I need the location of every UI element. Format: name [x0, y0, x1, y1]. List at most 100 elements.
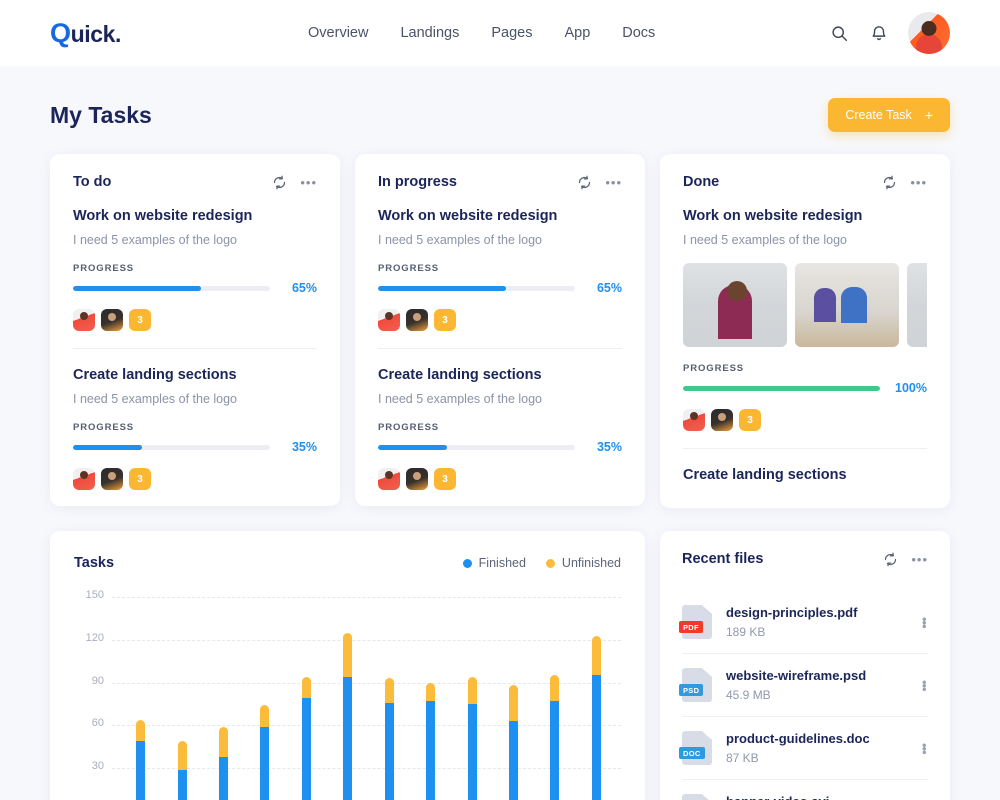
legend-item-unfinished[interactable]: Unfinished [545, 556, 621, 570]
chart-bar-column[interactable] [451, 597, 492, 800]
column-actions: ••• [272, 175, 317, 190]
avatar[interactable] [683, 409, 705, 431]
nav-link-app[interactable]: App [562, 21, 592, 45]
bell-icon[interactable] [868, 22, 890, 44]
chart-bar-column[interactable] [369, 597, 410, 800]
refresh-icon[interactable] [577, 175, 592, 190]
more-options-icon[interactable]: ••• [300, 175, 317, 190]
avatar-overflow-count[interactable]: 3 [129, 309, 151, 331]
chart-bar-column[interactable] [327, 597, 368, 800]
navbar-actions [828, 12, 950, 54]
file-more-options-icon[interactable]: ••• [917, 680, 932, 691]
task-item[interactable]: Create landing sections I need 5 examples… [378, 367, 622, 490]
brand-logo[interactable]: Quick. [50, 18, 121, 49]
file-more-options-icon[interactable]: ••• [917, 617, 932, 628]
avatar-overflow-count[interactable]: 3 [434, 309, 456, 331]
chart-bar-finished-segment [426, 701, 436, 800]
chart-y-tick-label: 150 [85, 589, 104, 601]
chart-bar-finished-segment [219, 756, 229, 800]
progress-row: 35% [378, 440, 622, 454]
avatar-overflow-count[interactable]: 3 [129, 468, 151, 490]
chart-bar-column[interactable] [203, 597, 244, 800]
legend-color-dot [462, 558, 472, 568]
chart-bar [219, 726, 229, 800]
nav-link-docs[interactable]: Docs [620, 21, 657, 45]
chart-bar-finished-segment [509, 721, 518, 800]
thumbnail-image[interactable] [683, 263, 787, 347]
legend-item-finished[interactable]: Finished [462, 556, 526, 570]
chart-bar-unfinished-segment [260, 705, 270, 727]
avatar[interactable] [378, 468, 400, 490]
avatar[interactable] [73, 468, 95, 490]
nav-link-overview[interactable]: Overview [306, 21, 370, 45]
task-item[interactable]: Create landing sections [683, 467, 927, 483]
search-icon[interactable] [828, 22, 850, 44]
chart-bar-column[interactable] [161, 597, 202, 800]
task-item[interactable]: Work on website redesign I need 5 example… [73, 208, 317, 331]
avatar[interactable] [406, 309, 428, 331]
create-task-button[interactable]: Create Task + [828, 98, 950, 132]
refresh-icon[interactable] [883, 552, 898, 567]
file-list-item[interactable]: PDF design-principles.pdf 189 KB ••• [679, 585, 932, 653]
task-title: Work on website redesign [378, 208, 558, 224]
top-navbar: Quick. Overview Landings Pages App Docs [0, 0, 1000, 66]
chart-bar [509, 685, 518, 800]
chart-bar-finished-segment [467, 704, 477, 800]
chart-bar-finished-segment [177, 769, 187, 800]
task-title: Create landing sections [378, 367, 542, 383]
column-header: Done ••• [683, 174, 927, 190]
more-options-icon[interactable]: ••• [605, 175, 622, 190]
more-options-icon[interactable]: ••• [911, 552, 928, 567]
thumbnail-image[interactable] [795, 263, 899, 347]
avatar[interactable] [406, 468, 428, 490]
chart-bar-unfinished-segment [509, 685, 518, 722]
avatar[interactable] [73, 309, 95, 331]
chart-bar-unfinished-segment [219, 726, 229, 757]
file-list-item[interactable]: DOC product-guidelines.doc 87 KB ••• [679, 716, 932, 779]
avatar[interactable] [101, 468, 123, 490]
chart-bar-unfinished-segment [591, 635, 601, 676]
avatar-overflow-count[interactable]: 3 [739, 409, 761, 431]
refresh-icon[interactable] [272, 175, 287, 190]
avatar-overflow-count[interactable]: 3 [434, 468, 456, 490]
chart-bar-unfinished-segment [136, 719, 146, 742]
task-description: I need 5 examples of the logo [73, 233, 238, 247]
chart-bar-column[interactable] [120, 597, 161, 800]
chart-bar-column[interactable] [576, 597, 617, 800]
task-thumbnails [683, 263, 927, 347]
more-options-icon[interactable]: ••• [910, 175, 927, 190]
task-item[interactable]: Create landing sections I need 5 examples… [73, 367, 317, 490]
file-type-icon: DOC [679, 731, 712, 765]
file-list-item[interactable]: PSD website-wireframe.psd 45.9 MB ••• [679, 653, 932, 716]
refresh-icon[interactable] [882, 175, 897, 190]
thumbnail-image[interactable] [907, 263, 927, 347]
progress-label: PROGRESS [73, 263, 135, 274]
file-meta: design-principles.pdf 189 KB [726, 605, 906, 639]
file-list-item[interactable]: AVIbanner-video.avi23 MB••• [682, 779, 928, 800]
task-title: Work on website redesign [73, 208, 253, 224]
avatar[interactable] [101, 309, 123, 331]
kanban-column-to-do: To do ••• Work on website redesign I need 5… [50, 154, 340, 506]
chart-bar-column[interactable] [410, 597, 451, 800]
chart-title: Tasks [74, 555, 115, 571]
file-extension-badge: DOC [679, 747, 705, 759]
chart-bar-column[interactable] [286, 597, 327, 800]
task-item[interactable]: Work on website redesign I need 5 example… [378, 208, 622, 331]
nav-link-pages[interactable]: Pages [489, 21, 534, 45]
chart-bar-column[interactable] [493, 597, 534, 800]
file-size: 87 KB [726, 751, 759, 765]
page-title: My Tasks [50, 101, 152, 128]
chart-bar-column[interactable] [534, 597, 575, 800]
chart-bar [343, 632, 353, 800]
task-item[interactable]: Work on website redesign I need 5 example… [683, 208, 927, 431]
task-description: I need 5 examples of the logo [683, 233, 848, 247]
recent-files-card: Recent files ••• PDF design-principles.pd… [660, 531, 950, 800]
file-more-options-icon[interactable]: ••• [917, 743, 932, 754]
avatar[interactable] [908, 12, 950, 54]
progress-label: PROGRESS [683, 363, 745, 374]
avatar[interactable] [378, 309, 400, 331]
avatar[interactable] [711, 409, 733, 431]
task-title: Create landing sections [73, 367, 237, 383]
nav-link-landings[interactable]: Landings [398, 21, 461, 45]
chart-bar-column[interactable] [244, 597, 285, 800]
